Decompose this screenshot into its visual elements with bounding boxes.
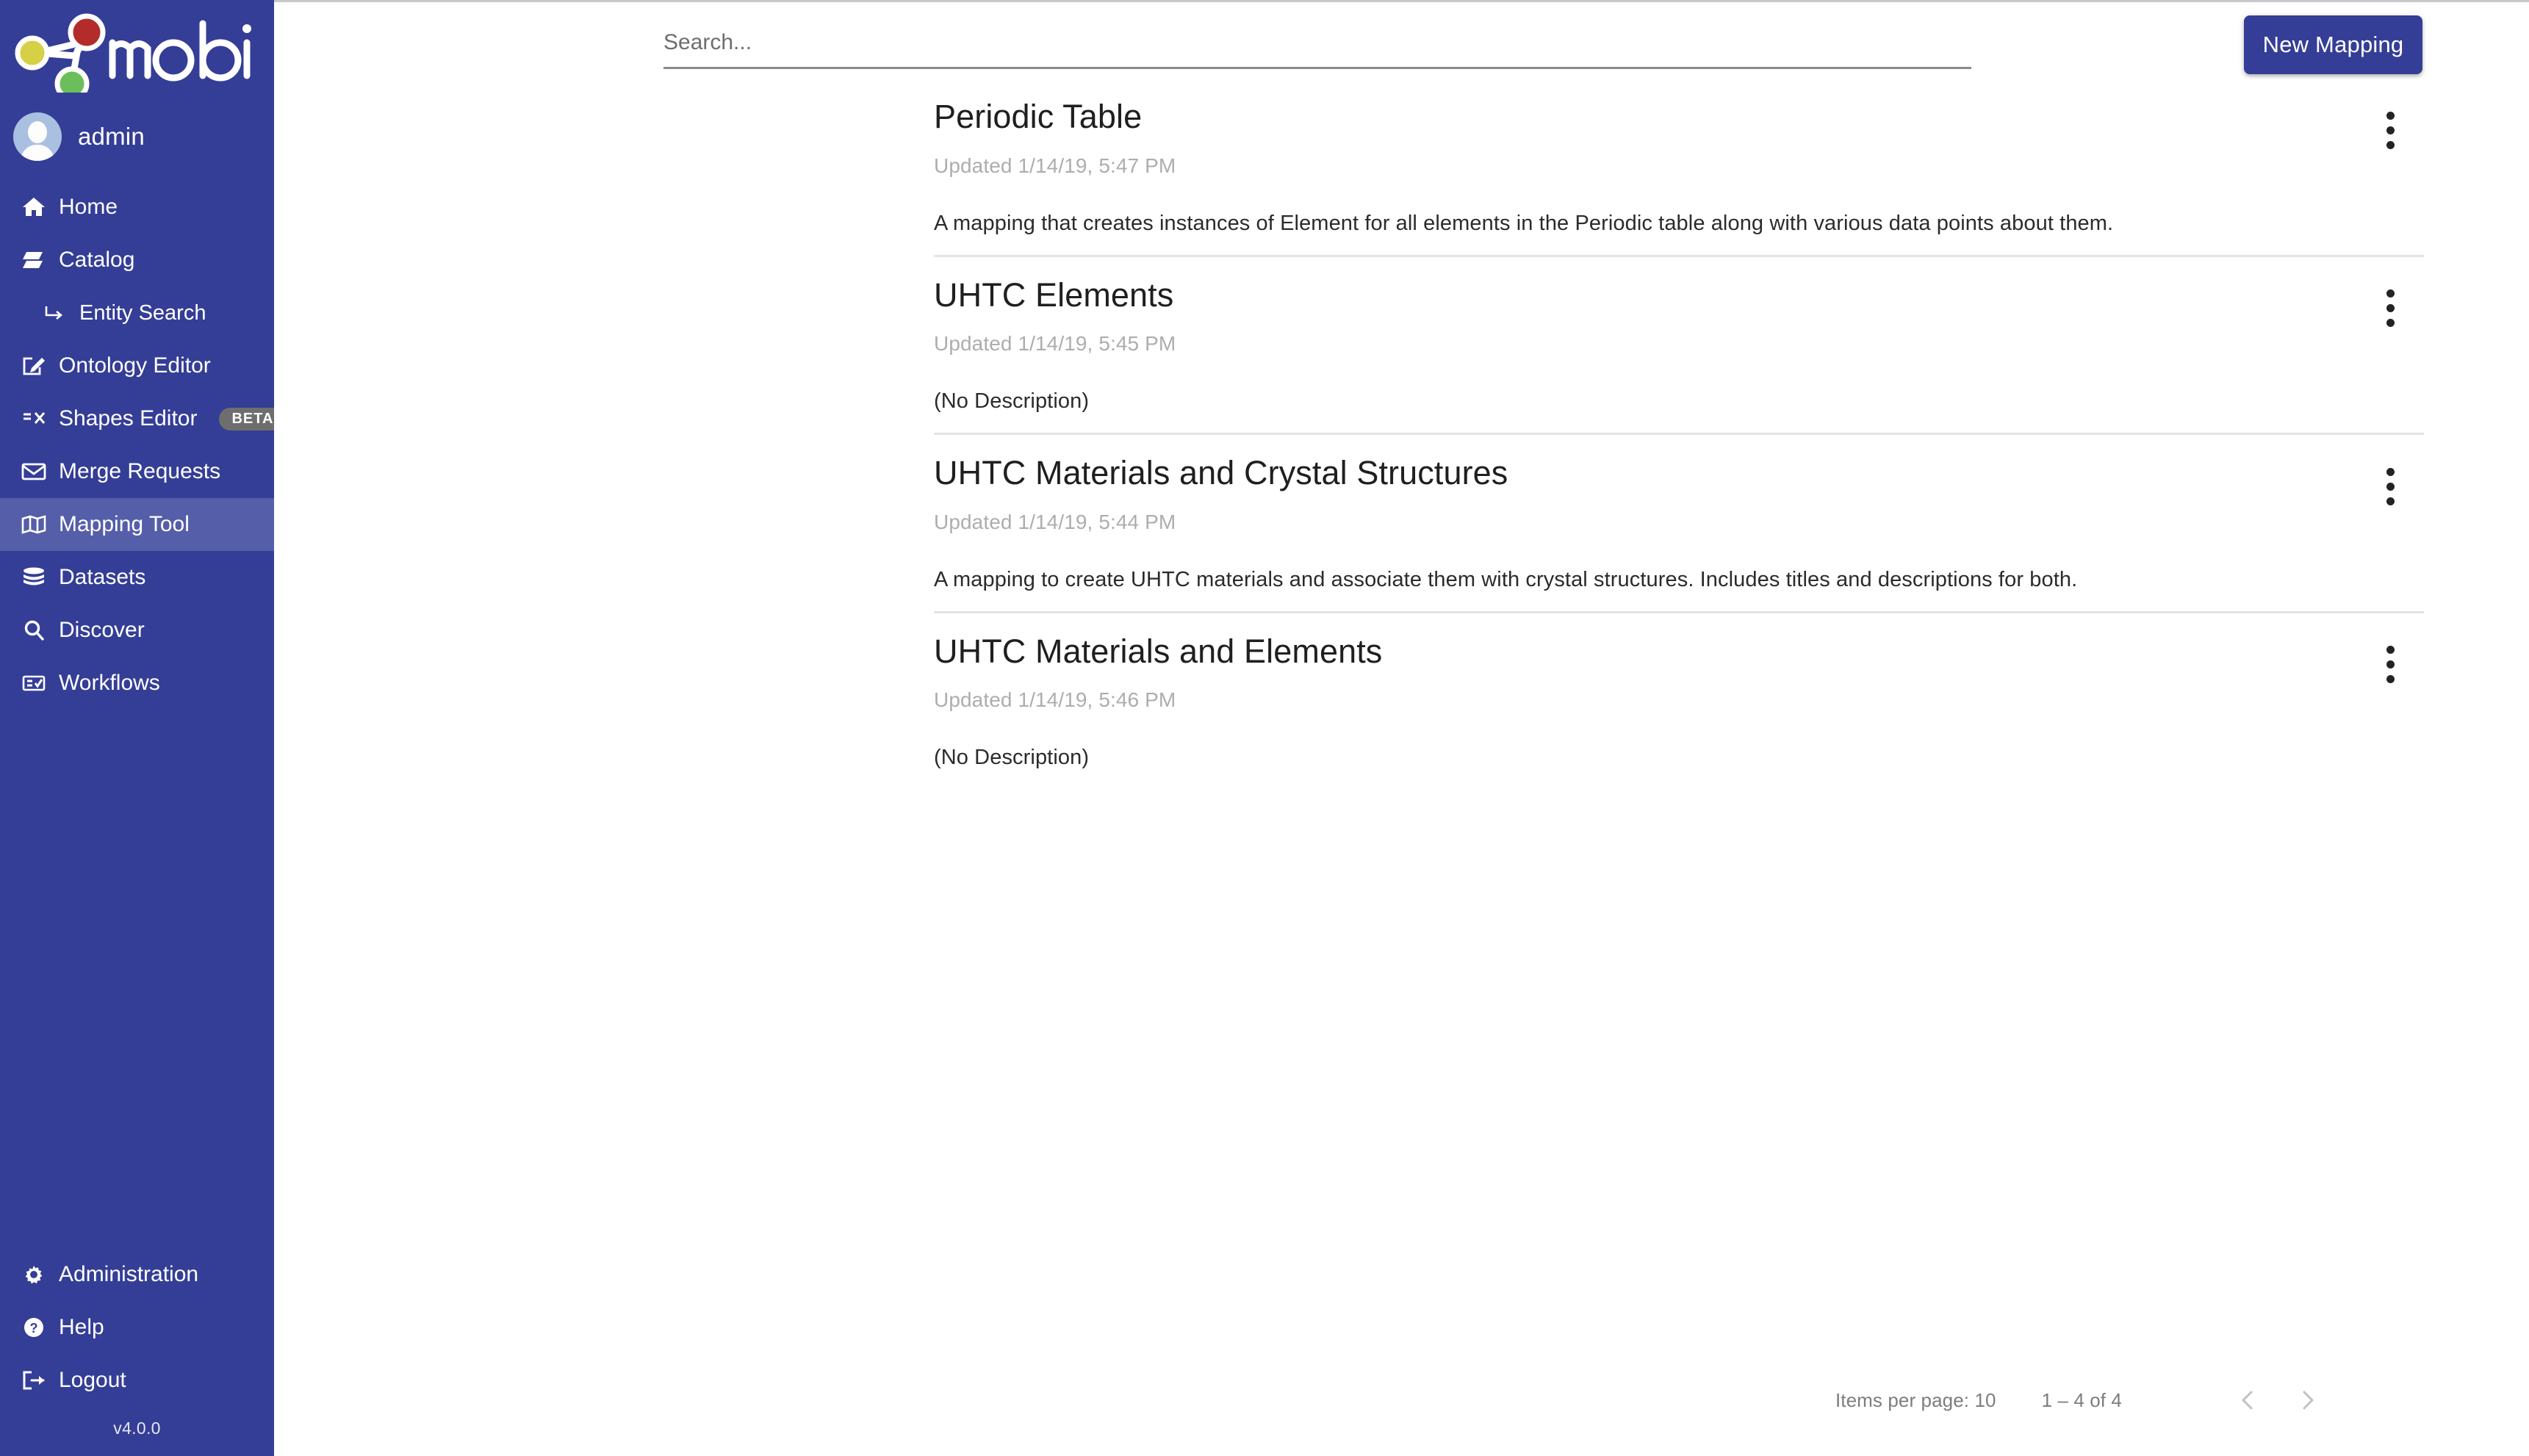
kebab-dot: [2386, 289, 2395, 298]
mapping-title[interactable]: Periodic Table: [934, 98, 2424, 135]
kebab-dot: [2386, 140, 2395, 149]
kebab-dot: [2386, 304, 2395, 313]
mapping-updated: Updated 1/14/19, 5:45 PM: [934, 332, 1176, 356]
mapping-updated: Updated 1/14/19, 5:46 PM: [934, 688, 1176, 712]
sidebar-item-merge-requests[interactable]: Merge Requests: [0, 445, 274, 498]
kebab-dot: [2386, 319, 2395, 328]
sidebar-item-label: Workflows: [59, 671, 160, 695]
items-per-page-label[interactable]: Items per page: 10: [1835, 1389, 1996, 1412]
arrow-turn-icon: [41, 301, 68, 325]
logout-icon: [21, 1369, 47, 1392]
sidebar-item-label: Merge Requests: [59, 459, 221, 483]
avatar: [13, 112, 62, 161]
kebab-dot: [2386, 482, 2395, 491]
paginator: Items per page: 10 1 – 4 of 4: [934, 1378, 2529, 1422]
pencil-square-icon: [21, 354, 47, 378]
sidebar-item-label: Catalog: [59, 248, 135, 272]
kebab-dot: [2386, 467, 2395, 476]
toolbar: New Mapping: [274, 2, 2529, 79]
sidebar-item-shapes-editor[interactable]: Shapes Editor BETA: [0, 392, 287, 445]
magnifier-icon: [21, 619, 47, 642]
mapping-description: (No Description): [934, 746, 1090, 770]
sidebar-item-label: Ontology Editor: [59, 353, 211, 378]
mapping-description: A mapping that creates instances of Elem…: [934, 211, 2114, 235]
mapping-list: Periodic Table Updated 1/14/19, 5:47 PM …: [274, 79, 2529, 789]
sidebar-item-label: Mapping Tool: [59, 512, 190, 536]
chevron-right-icon: [2303, 1391, 2314, 1410]
kebab-dot: [2386, 497, 2395, 505]
sidebar-item-label: Discover: [59, 618, 145, 642]
sidebar-item-ontology-editor[interactable]: Ontology Editor: [0, 339, 274, 392]
sidebar-item-workflows[interactable]: Workflows: [0, 657, 274, 710]
user-profile[interactable]: admin: [0, 103, 274, 170]
new-mapping-button[interactable]: New Mapping: [2244, 15, 2422, 74]
sidebar-item-home[interactable]: Home: [0, 181, 274, 234]
sidebar-item-logout[interactable]: Logout: [0, 1354, 274, 1407]
sidebar-item-mapping-tool[interactable]: Mapping Tool: [0, 498, 274, 551]
sidebar-item-entity-search[interactable]: Entity Search: [0, 286, 274, 339]
sidebar-item-label: Administration: [59, 1262, 199, 1286]
envelope-icon: [21, 460, 47, 483]
kebab-dot: [2386, 675, 2395, 684]
sidebar-item-label: Entity Search: [79, 300, 206, 325]
sidebar-item-label: Shapes Editor: [59, 406, 198, 430]
workflow-icon: [21, 671, 47, 695]
sidebar: admin Home Catalog Entity Search Ontolog…: [0, 0, 287, 1456]
previous-page-button[interactable]: [2226, 1378, 2270, 1422]
mapping-menu-button[interactable]: [2370, 635, 2411, 694]
mapping-menu-button[interactable]: [2370, 457, 2411, 516]
mobi-logo-icon: [15, 13, 251, 93]
mapping-title[interactable]: UHTC Materials and Elements: [934, 633, 2424, 670]
map-icon: [21, 513, 47, 536]
home-icon: [21, 195, 47, 219]
mapping-description: (No Description): [934, 389, 1090, 414]
book-icon: [21, 248, 47, 272]
mapping-menu-button[interactable]: [2370, 279, 2411, 338]
search-input[interactable]: [663, 30, 1971, 69]
mapping-list-item[interactable]: Periodic Table Updated 1/14/19, 5:47 PM …: [934, 79, 2424, 257]
gear-icon: [21, 1263, 47, 1286]
sidebar-item-label: Logout: [59, 1368, 126, 1392]
sidebar-item-label: Home: [59, 195, 118, 219]
svg-text:?: ?: [30, 1321, 38, 1336]
shapes-icon: [21, 407, 47, 430]
mapping-list-item[interactable]: UHTC Materials and Elements Updated 1/14…: [934, 613, 2424, 790]
chevron-left-icon: [2242, 1391, 2253, 1410]
main-content: New Mapping Periodic Table Updated 1/14/…: [274, 0, 2529, 1456]
mapping-description: A mapping to create UHTC materials and a…: [934, 567, 2078, 591]
question-circle-icon: ?: [21, 1316, 47, 1339]
mapping-menu-button[interactable]: [2370, 101, 2411, 159]
app-version: v4.0.0: [113, 1419, 161, 1438]
sidebar-item-label: Help: [59, 1315, 104, 1339]
mapping-title[interactable]: UHTC Materials and Crystal Structures: [934, 455, 2424, 491]
sidebar-bottom-nav: Administration ? Help Logout v4.0.0: [0, 1248, 274, 1456]
kebab-dot: [2386, 660, 2395, 669]
mapping-updated: Updated 1/14/19, 5:44 PM: [934, 510, 1176, 533]
sidebar-item-administration[interactable]: Administration: [0, 1248, 274, 1301]
brand-logo[interactable]: [0, 0, 274, 103]
sidebar-item-catalog[interactable]: Catalog: [0, 234, 274, 286]
user-name: admin: [78, 123, 145, 150]
app-root: admin Home Catalog Entity Search Ontolog…: [0, 0, 2529, 1456]
mapping-list-item[interactable]: UHTC Materials and Crystal Structures Up…: [934, 435, 2424, 613]
kebab-dot: [2386, 126, 2395, 134]
database-icon: [21, 566, 47, 589]
mapping-updated: Updated 1/14/19, 5:47 PM: [934, 154, 1176, 177]
next-page-button[interactable]: [2285, 1378, 2329, 1422]
sidebar-item-datasets[interactable]: Datasets: [0, 551, 274, 604]
sidebar-item-label: Datasets: [59, 565, 146, 589]
page-range-label: 1 – 4 of 4: [2041, 1388, 2122, 1411]
mapping-title[interactable]: UHTC Elements: [934, 277, 2424, 314]
sidebar-nav: Home Catalog Entity Search Ontology Edit…: [0, 181, 287, 710]
kebab-dot: [2386, 111, 2395, 120]
kebab-dot: [2386, 646, 2395, 655]
mapping-list-item[interactable]: UHTC Elements Updated 1/14/19, 5:45 PM (…: [934, 257, 2424, 436]
sidebar-item-discover[interactable]: Discover: [0, 604, 274, 657]
sidebar-item-help[interactable]: ? Help: [0, 1301, 274, 1354]
